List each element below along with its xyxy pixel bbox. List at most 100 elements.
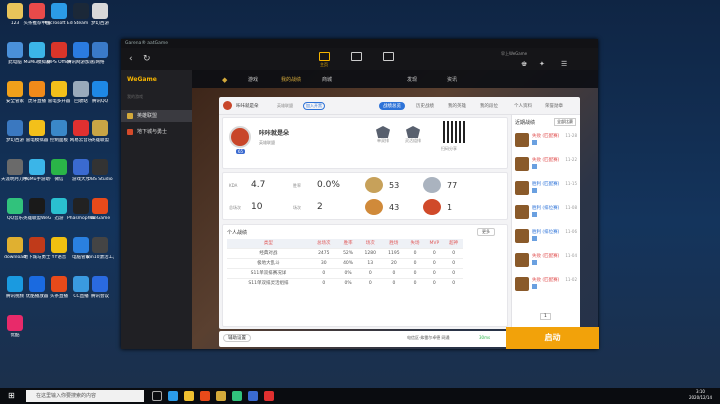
- app-icon: [92, 198, 108, 214]
- champion-avatar: [515, 157, 529, 171]
- table-cell: 0: [405, 257, 425, 268]
- table-cell: S11单双排灵活组排: [227, 277, 310, 288]
- tab-store[interactable]: [347, 52, 365, 61]
- table-header: 超神: [444, 239, 463, 248]
- lol-nav-item[interactable]: 商城: [322, 76, 332, 83]
- tab-live[interactable]: [379, 52, 397, 61]
- lol-icon: [127, 113, 133, 119]
- total-games-value: 10: [251, 202, 263, 212]
- desktop-icon[interactable]: WeGame: [86, 198, 114, 228]
- champion-avatar: [515, 205, 529, 219]
- rank-crest-icon: [376, 126, 390, 138]
- app-icon: [29, 198, 45, 214]
- lol-nav: ◆ 游戏 我的战绩 商城 发现 资讯: [192, 70, 598, 88]
- dnf-icon: [127, 129, 133, 135]
- table-cell: 0: [444, 257, 463, 268]
- region-select[interactable]: 电信区·弗雷尔卓德 网通: [407, 335, 450, 341]
- launch-button[interactable]: 启动: [506, 327, 599, 349]
- gift-icon[interactable]: ✦: [539, 60, 545, 68]
- match-item[interactable]: 胜利 (排位赛) 11-06: [515, 227, 579, 249]
- match-item[interactable]: 失败 (匹配赛) 11-02: [515, 275, 579, 297]
- app-icon[interactable]: [248, 391, 258, 401]
- qr-code[interactable]: [443, 121, 465, 143]
- friends-icon[interactable]: ♚: [521, 60, 527, 68]
- settings-icon[interactable]: ☰: [561, 60, 567, 68]
- desktop-icon[interactable]: 腾讯会议: [86, 276, 114, 306]
- match-item[interactable]: 失败 (匹配赛) 11-22: [515, 155, 579, 177]
- user-name[interactable]: 早上WeGame: [501, 51, 527, 57]
- desktop-icon[interactable]: win10激活工具: [86, 237, 114, 267]
- tab-info[interactable]: 个人资料: [514, 103, 532, 109]
- tab-rank[interactable]: 我的段位: [480, 103, 498, 109]
- refresh-icon[interactable]: ↻: [143, 54, 151, 64]
- table-cell: 0: [382, 277, 406, 288]
- table-cell: 0: [309, 267, 338, 278]
- taskbar-search[interactable]: 在这里输入你要搜索的内容: [26, 390, 144, 402]
- match-filter[interactable]: 全部比赛: [554, 118, 576, 126]
- match-item[interactable]: 胜利 (匹配赛) 11-15: [515, 179, 579, 201]
- match-item[interactable]: 胜利 (排位赛) 11-08: [515, 203, 579, 225]
- table-header: 胜率: [337, 239, 359, 248]
- explorer-icon[interactable]: [184, 391, 194, 401]
- lol-nav-item[interactable]: 我的战绩: [281, 76, 301, 83]
- mode-icon: [532, 140, 537, 145]
- winrate-value: 0.0%: [317, 180, 340, 190]
- table-row: S11单双排赛况详 0 0% 0 0 0 0 0: [227, 267, 463, 278]
- app-icon[interactable]: [264, 391, 274, 401]
- more-button[interactable]: 更多: [477, 228, 495, 236]
- avatar-small: [223, 101, 232, 110]
- table-cell: 0: [309, 277, 338, 288]
- music-icon[interactable]: [232, 391, 242, 401]
- sidebar-item-lol[interactable]: 英雄联盟: [121, 110, 192, 122]
- join-button[interactable]: 加入开黑: [303, 102, 325, 110]
- table-header: 场次: [358, 239, 383, 248]
- match-item[interactable]: 失败 (匹配赛) 11-04: [515, 251, 579, 273]
- desktop-icon[interactable]: 英雄联盟: [86, 120, 114, 150]
- back-arrow-icon[interactable]: ‹: [129, 54, 133, 64]
- app-icon: [92, 81, 108, 97]
- app-icon: [29, 159, 45, 175]
- table-cell: 20: [382, 257, 406, 268]
- sidebar-item-dnf[interactable]: 地下城与勇士: [121, 126, 192, 138]
- table-cell: 0: [358, 277, 383, 288]
- table-header: 胜场: [382, 239, 406, 248]
- tab-history[interactable]: 历史战绩: [416, 103, 434, 109]
- tab-overview[interactable]: 战绩总览: [379, 102, 405, 110]
- desktop-icon[interactable]: OBS Studio: [86, 159, 114, 189]
- tab-medals[interactable]: 荣誉勋章: [545, 103, 563, 109]
- mode-icon: [532, 188, 537, 193]
- task-view-icon[interactable]: [152, 391, 162, 401]
- clock[interactable]: 3:10 2020/12/14: [689, 389, 712, 401]
- table-header: 总场次: [309, 239, 338, 248]
- match-item[interactable]: 失败 (匹配赛) 11-28: [515, 131, 579, 153]
- edge-icon[interactable]: [168, 391, 178, 401]
- desktop-icon[interactable]: 优酷: [1, 315, 29, 345]
- champion-avatar: [515, 253, 529, 267]
- tab-home[interactable]: 主页: [315, 52, 333, 68]
- start-icon[interactable]: ⊞: [8, 391, 15, 400]
- app-icon: [92, 120, 108, 136]
- medal-icon: [365, 199, 383, 215]
- table-header: MVP: [424, 239, 445, 248]
- mode-icon: [532, 260, 537, 265]
- lol-taskbar-icon[interactable]: [216, 391, 226, 401]
- desktop-icons: 123头条推荐中国Microsoft EdgeSteam梦幻西游此电脑MuMu模…: [0, 0, 118, 385]
- assist-settings-button[interactable]: 辅助设置: [223, 334, 251, 342]
- avatar: [229, 126, 251, 148]
- table-cell: 1195: [382, 247, 406, 258]
- wegame-icon[interactable]: [200, 391, 210, 401]
- app-icon: [7, 237, 23, 253]
- page-number[interactable]: 1: [540, 313, 551, 320]
- lol-nav-item[interactable]: 资讯: [447, 76, 457, 83]
- desktop-icon[interactable]: 梦幻西游: [86, 3, 114, 33]
- tab-heroes[interactable]: 我的英雄: [448, 103, 466, 109]
- mode-icon: [532, 212, 537, 217]
- desktop-icon[interactable]: 网络: [86, 42, 114, 72]
- app-icon: [92, 237, 108, 253]
- lol-nav-item[interactable]: 游戏: [248, 76, 258, 83]
- desktop-icon[interactable]: 腾讯QQ: [86, 81, 114, 111]
- record-table-card: 个人战绩 更多 类型 总场次 胜率 场次 胜场 失场 MVP 超神 经典对战 2475 52% 12…: [222, 224, 508, 327]
- lol-nav-item[interactable]: 发现: [407, 76, 417, 83]
- profile-name: 咔咔就是朵: [259, 130, 290, 137]
- games-value: 2: [317, 202, 323, 212]
